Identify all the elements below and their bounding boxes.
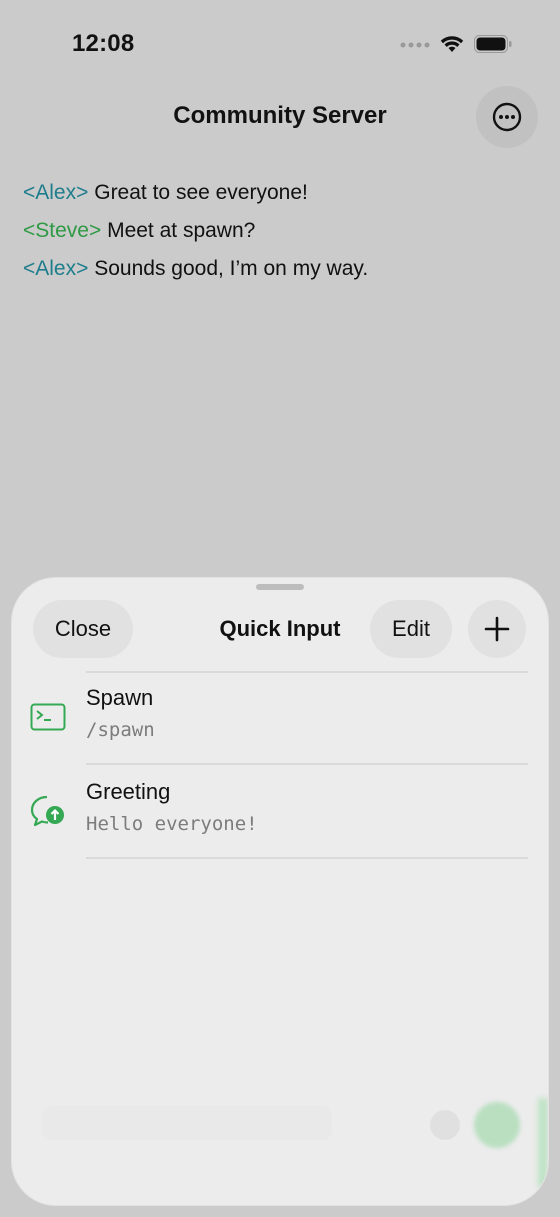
quick-input-sheet: Close Quick Input Edit Spawn /spawn Gree	[12, 578, 548, 1205]
status-time: 12:08	[72, 30, 135, 57]
chat-text: Meet at spawn?	[107, 219, 256, 242]
item-value: /spawn	[86, 719, 155, 741]
more-button[interactable]	[476, 86, 538, 148]
chat-bubble-send-icon	[30, 795, 66, 827]
divider	[86, 763, 528, 765]
send-button-background	[474, 1102, 520, 1148]
divider	[86, 857, 528, 859]
chat-text: Sounds good, I’m on my way.	[94, 257, 369, 280]
battery-icon	[474, 35, 512, 53]
background-edge	[538, 1098, 548, 1188]
attachment-button-background	[430, 1110, 460, 1140]
chat-sender: <Alex>	[23, 257, 89, 280]
chat-message: <Alex> Great to see everyone!	[23, 174, 368, 212]
edit-button[interactable]: Edit	[370, 600, 452, 658]
quick-input-item-spawn[interactable]: Spawn /spawn	[12, 673, 548, 765]
add-button[interactable]	[468, 600, 526, 658]
sheet-grabber[interactable]	[256, 584, 304, 590]
chat-log: <Alex> Great to see everyone! <Steve> Me…	[23, 174, 368, 288]
item-title: Spawn	[86, 685, 154, 710]
terminal-icon	[30, 701, 66, 733]
item-value: Hello everyone!	[86, 813, 258, 835]
cellular-signal-icon	[400, 42, 430, 48]
chat-sender: <Alex>	[23, 181, 89, 204]
status-icons	[400, 34, 512, 54]
message-input-background	[42, 1106, 332, 1140]
chat-text: Great to see everyone!	[94, 181, 308, 204]
wifi-icon	[440, 36, 464, 52]
ellipsis-circle-icon	[492, 102, 522, 132]
plus-icon	[484, 616, 510, 642]
quick-input-item-greeting[interactable]: Greeting Hello everyone!	[12, 767, 548, 859]
chat-sender: <Steve>	[23, 219, 102, 242]
chat-message: <Alex> Sounds good, I’m on my way.	[23, 250, 368, 288]
status-bar: 12:08	[0, 0, 560, 90]
chat-message: <Steve> Meet at spawn?	[23, 212, 368, 250]
item-title: Greeting	[86, 779, 171, 804]
